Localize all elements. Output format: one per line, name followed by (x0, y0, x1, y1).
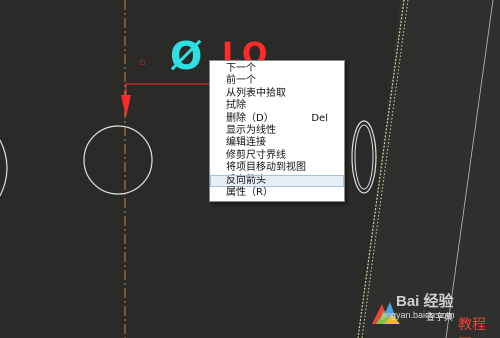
context-menu-item[interactable]: 删除（D） Del (210, 113, 344, 125)
watermark: Bai 经验 jingyan.baidu.com 查字典 教程网 (368, 288, 498, 338)
diameter-symbol[interactable]: Ø (170, 36, 202, 76)
context-menu-item[interactable]: 修剪尺寸界线 (210, 150, 344, 162)
right-ellipse-inner (354, 124, 374, 190)
context-menu-item-label: 删除（D） (226, 112, 274, 124)
context-menu-item[interactable]: 从列表中拾取 (210, 88, 344, 100)
context-menu-item-label: 反向箭头 (226, 174, 266, 186)
dimension-arrow (121, 95, 131, 117)
context-menu-item-shortcut: Del (311, 112, 328, 124)
context-menu-item[interactable]: 编辑连接 (210, 137, 344, 149)
context-menu: 下一个 前一个 从列表中拾取 拭除 删除（D） Del 显示为线性 编辑连接 修剪尺寸界线 将项目… (209, 60, 345, 203)
left-arc (0, 139, 8, 197)
context-menu-item-label: 从列表中拾取 (226, 87, 286, 99)
context-menu-item[interactable]: 拭除 (210, 100, 344, 112)
context-menu-item[interactable]: 前一个 (210, 75, 344, 87)
center-circle (83, 125, 153, 195)
context-menu-item[interactable]: 显示为线性 (210, 125, 344, 137)
right-ellipse-outer (351, 120, 377, 194)
context-menu-item-label: 显示为线性 (226, 124, 276, 136)
context-menu-item-label: 属性（R） (226, 186, 273, 198)
context-menu-item-label: 编辑连接 (226, 137, 266, 149)
watermark-brand: Bai 经验 (396, 293, 454, 310)
context-menu-item[interactable]: 将项目移动到视图 (210, 162, 344, 174)
context-menu-item-label: 下一个 (226, 63, 256, 74)
context-menu-item[interactable]: 下一个 (210, 63, 344, 75)
context-menu-item[interactable]: 反向箭头 (210, 174, 344, 187)
context-menu-item-label: 将项目移动到视图 (226, 162, 306, 174)
watermark-cn-text: 教程网 (458, 317, 486, 338)
context-menu-item-label: 前一个 (226, 75, 256, 87)
small-red-marker: □ (140, 59, 146, 66)
context-menu-item[interactable]: 属性（R） (210, 187, 344, 199)
context-menu-item-label: 拭除 (226, 100, 246, 112)
watermark-chazidian: 查字典 (426, 312, 454, 322)
cad-drawing-canvas[interactable]: □ Ø LO 下一个 前一个 从列表中拾取 拭除 删除（D） Del 显示为线性 编辑连接 修剪… (0, 0, 500, 338)
context-menu-item-label: 修剪尺寸界线 (226, 149, 286, 161)
